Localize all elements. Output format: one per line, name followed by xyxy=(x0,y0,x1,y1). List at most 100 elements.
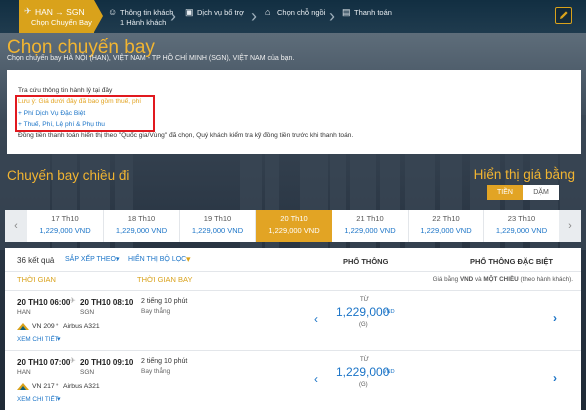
step-select-flight[interactable]: ✈ HAN → SGN Chọn Chuyến Bay xyxy=(19,0,94,33)
step-separator: › xyxy=(329,6,335,26)
chevron-left-icon[interactable]: ‹ xyxy=(314,372,318,386)
results-count: 36 kết quả xyxy=(17,256,55,265)
date-option[interactable]: 23 Th10 1,229,000 VND xyxy=(484,210,559,242)
column-headers: THỜI GIAN THỜI GIAN BAY Giá bằng VND và … xyxy=(5,272,581,286)
price-display-title: Hiển thị giá bằng xyxy=(473,167,575,182)
date-label: 21 Th10 xyxy=(356,214,384,223)
aircraft-type: Airbus A321 xyxy=(63,323,100,330)
currency-note: Đồng tiền thanh toán hiển thị theo "Quốc… xyxy=(18,132,354,139)
toggle-money[interactable]: TIỀN xyxy=(487,185,523,200)
departure-time: 20 TH10 07:00 xyxy=(17,358,71,367)
highlight-box xyxy=(15,95,155,132)
edit-search-button[interactable] xyxy=(555,7,572,24)
price-currency-note: Giá bằng VND và MỘT CHIỀU (theo hành khá… xyxy=(433,276,573,283)
flight-list: 36 kết quả SẮP XẾP THEO: ▾ HIỂN THỊ BỘ L… xyxy=(5,248,581,410)
step-passenger-info[interactable]: ☺ Thông tin khách 1 Hành khách xyxy=(108,0,173,33)
date-option-selected[interactable]: 20 Th10 1,229,000 VND xyxy=(256,210,332,242)
plane-icon: ✈ xyxy=(69,356,76,365)
flight-duration-header: THỜI GIAN BAY xyxy=(137,275,193,284)
show-filter-button[interactable]: HIỂN THỊ BỘ LỌC xyxy=(128,256,186,263)
step-label: Dịch vụ bổ trợ xyxy=(197,8,245,17)
flight-duration: 2 tiếng 10 phút xyxy=(141,298,188,305)
flight-details-link[interactable]: XEM CHI TIẾT xyxy=(17,336,59,343)
date-option[interactable]: 22 Th10 1,229,000 VND xyxy=(409,210,484,242)
fare-class: (G) xyxy=(359,322,368,328)
seat-icon: ⌂ xyxy=(265,7,271,17)
sort-dropdown[interactable]: SẮP XẾP THEO: xyxy=(65,256,118,263)
date-price: 1,229,000 VND xyxy=(191,226,244,235)
airline-logo-icon xyxy=(17,383,29,390)
chevron-down-icon: ▾ xyxy=(116,256,120,263)
date-option[interactable]: 17 Th10 1,229,000 VND xyxy=(27,210,104,242)
step-route: HAN → SGN xyxy=(35,7,85,17)
chevron-left-icon[interactable]: ‹ xyxy=(314,312,318,326)
step-label: Chọn chỗ ngồi xyxy=(277,8,326,17)
date-price: 1,229,000 VND xyxy=(268,226,320,235)
date-price: 1,229,000 VND xyxy=(115,226,168,235)
price-note-mid: và xyxy=(473,276,484,283)
from-label: TỪ xyxy=(360,357,369,363)
price-note-currency: VND xyxy=(459,276,474,283)
departure-airport: HAN xyxy=(17,309,31,316)
date-option[interactable]: 18 Th10 1,229,000 VND xyxy=(104,210,180,242)
flight-stops: Bay thẳng xyxy=(141,308,171,315)
aircraft-type: Airbus A321 xyxy=(63,383,100,390)
outbound-flight-title: Chuyến bay chiều đi xyxy=(7,168,130,183)
step-services[interactable]: ▣ Dịch vụ bổ trợ xyxy=(185,0,247,33)
airline-logo-icon xyxy=(17,323,29,330)
step-payment[interactable]: ▤ Thanh toán xyxy=(342,0,402,33)
dot-separator: • xyxy=(56,322,59,329)
prev-dates-button[interactable]: ‹ xyxy=(5,210,27,242)
date-label: 18 Th10 xyxy=(127,214,156,223)
flight-stops: Bay thẳng xyxy=(141,368,171,375)
chevron-left-icon: ‹ xyxy=(14,220,18,232)
economy-price[interactable]: 1,229,000 xyxy=(336,305,389,319)
arrival-time: 20 TH10 09:10 xyxy=(80,358,134,367)
step-label: Thanh toán xyxy=(354,8,392,17)
economy-price[interactable]: 1,229,000 xyxy=(336,365,389,379)
departure-time: 20 TH10 06:00 xyxy=(17,298,71,307)
chevron-right-icon[interactable]: › xyxy=(553,311,557,325)
step-separator: › xyxy=(251,6,257,26)
step-route-sub: Chọn Chuyến Bay xyxy=(31,18,92,27)
chevron-right-icon: › xyxy=(568,220,572,232)
step-sublabel: 1 Hành khách xyxy=(120,18,167,27)
pencil-icon xyxy=(560,11,568,19)
departure-time-header: THỜI GIAN xyxy=(17,275,56,284)
price-note-suffix: (theo hành khách). xyxy=(518,276,573,283)
from-label: TỪ xyxy=(360,297,369,303)
date-label: 19 Th10 xyxy=(203,214,232,223)
date-label: 20 Th10 xyxy=(280,214,308,223)
chevron-right-icon[interactable]: › xyxy=(553,371,557,385)
flight-row[interactable]: 20 TH10 07:00 ✈ HAN 20 TH10 09:10 SGN VN… xyxy=(5,350,581,410)
flight-row[interactable]: 20 TH10 06:00 ✈ HAN 20 TH10 08:10 SGN VN… xyxy=(5,290,581,350)
passenger-icon: ☺ xyxy=(108,7,118,17)
flight-details-link[interactable]: XEM CHI TIẾT xyxy=(17,396,59,403)
info-panel: Tra cứu thông tin hành lý tại đây Lưu ý:… xyxy=(7,70,581,154)
date-selector: ‹ 17 Th10 1,229,000 VND 18 Th10 1,229,00… xyxy=(5,210,581,242)
next-dates-button[interactable]: › xyxy=(559,210,581,242)
plane-icon: ✈ xyxy=(24,6,32,16)
date-price: 1,229,000 VND xyxy=(495,226,548,235)
baggage-info-link[interactable]: Tra cứu thông tin hành lý tại đây xyxy=(18,87,112,94)
premium-economy-column-header: PHỔ THÔNG ĐẶC BIỆT xyxy=(470,257,553,266)
economy-column-header: PHỔ THÔNG xyxy=(343,257,389,266)
step-seat[interactable]: ⌂ Chọn chỗ ngồi xyxy=(265,0,327,33)
flight-number: VN 217 xyxy=(32,383,55,390)
services-icon: ▣ xyxy=(185,7,194,17)
arrival-airport: SGN xyxy=(80,309,95,316)
toggle-miles[interactable]: DẶM xyxy=(523,185,559,200)
date-option[interactable]: 19 Th10 1,229,000 VND xyxy=(180,210,256,242)
dot-separator: • xyxy=(56,382,59,389)
price-note-prefix: Giá bằng xyxy=(432,276,460,283)
fare-class: (G) xyxy=(359,382,368,388)
chevron-down-icon: ▾ xyxy=(57,396,61,403)
page-subtitle: Chọn chuyến bay HÀ NỘI (HAN), VIỆT NAM -… xyxy=(7,55,295,62)
payment-icon: ▤ xyxy=(342,7,351,17)
date-label: 17 Th10 xyxy=(51,214,79,223)
chevron-down-icon: ▾ xyxy=(57,336,61,343)
flight-duration: 2 tiếng 10 phút xyxy=(141,358,188,365)
filter-icon: ▾ xyxy=(186,254,191,264)
date-option[interactable]: 21 Th10 1,229,000 VND xyxy=(332,210,409,242)
price-currency: VND xyxy=(383,369,395,375)
